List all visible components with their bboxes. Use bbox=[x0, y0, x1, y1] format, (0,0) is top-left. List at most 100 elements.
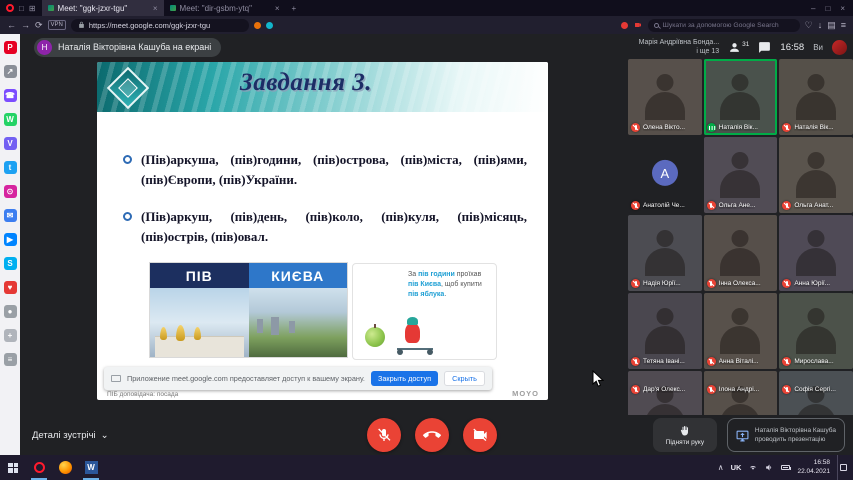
participant-tile[interactable]: Мирослава... bbox=[779, 293, 853, 369]
taskbar-opera-icon[interactable] bbox=[26, 455, 52, 480]
end-call-button[interactable] bbox=[415, 418, 449, 452]
chat-icon[interactable] bbox=[758, 41, 771, 54]
participant-tile[interactable]: Тетяна Івані... bbox=[628, 293, 702, 369]
people-icon bbox=[728, 41, 741, 54]
sidebar-panel-icon[interactable]: ▤ bbox=[827, 20, 836, 31]
whatsapp-icon[interactable]: W bbox=[4, 113, 17, 126]
reload-button[interactable]: ⟳ bbox=[35, 20, 43, 31]
ad-image: За пів години проїхав пів Києва, щоб куп… bbox=[352, 263, 497, 360]
viber-icon[interactable]: V bbox=[4, 137, 17, 150]
meeting-details-label: Деталі зустрічі bbox=[32, 430, 96, 441]
participants-button[interactable]: 31 bbox=[728, 41, 749, 54]
participant-tile[interactable]: Ілона Андрі... bbox=[704, 371, 778, 415]
raise-hand-label: Підняти руку bbox=[666, 439, 704, 446]
more-icon[interactable]: ≡ bbox=[4, 353, 17, 366]
tab-close-icon[interactable]: × bbox=[275, 4, 280, 13]
address-bar[interactable]: https://meet.google.com/ggk-jzxr-tgu bbox=[71, 19, 249, 32]
taskbar-firefox-icon[interactable] bbox=[52, 455, 78, 480]
account-avatar[interactable] bbox=[832, 40, 847, 55]
browser-menu-icon[interactable]: ≡ bbox=[841, 20, 846, 30]
tray-chevron-up-icon[interactable]: ∧ bbox=[718, 463, 724, 472]
skype-icon[interactable]: S bbox=[4, 257, 17, 270]
mic-muted-icon bbox=[631, 201, 640, 210]
opera-menu-icon[interactable] bbox=[6, 4, 14, 12]
browser-tab-inactive[interactable]: Meet: "dir-gsbm-ytq" × bbox=[164, 0, 286, 16]
window-close-button[interactable]: × bbox=[840, 4, 845, 13]
phone-icon[interactable]: ☎ bbox=[4, 89, 17, 102]
participant-tile[interactable]: Дар'я Олекс... bbox=[628, 371, 702, 415]
camera-toggle-button[interactable] bbox=[463, 418, 497, 452]
window-maximize-button[interactable]: □ bbox=[825, 4, 830, 13]
add-icon[interactable]: + bbox=[4, 329, 17, 342]
vpn-badge[interactable]: VPN bbox=[48, 20, 66, 30]
share-icon[interactable]: ↗ bbox=[4, 65, 17, 78]
apple-illustration bbox=[365, 327, 385, 347]
participant-tile[interactable]: Наталія Вік... bbox=[779, 59, 853, 135]
wifi-icon[interactable] bbox=[748, 463, 758, 472]
language-indicator[interactable]: UK bbox=[731, 463, 742, 472]
mic-muted-icon bbox=[782, 385, 791, 394]
battery-icon[interactable] bbox=[781, 465, 790, 470]
participant-tile[interactable]: Анна Юрії... bbox=[779, 215, 853, 291]
school-logo bbox=[105, 65, 151, 111]
google-search-box[interactable]: Шукати за допомогою Google Search bbox=[648, 19, 800, 32]
slide-bullet: (Пів)аркуша, (пів)години, (пів)острова, … bbox=[123, 150, 527, 190]
window-minimize-button[interactable]: – bbox=[811, 4, 815, 13]
participant-tile[interactable]: Наталія Вік... bbox=[704, 59, 778, 135]
action-center-button[interactable] bbox=[837, 455, 849, 480]
messenger-icon[interactable]: ▶ bbox=[4, 233, 17, 246]
forward-button[interactable]: → bbox=[21, 20, 30, 30]
participant-tile[interactable]: Інна Олекса... bbox=[704, 215, 778, 291]
tab-overview-icon[interactable]: □ bbox=[19, 4, 24, 13]
instagram-icon[interactable]: ⊙ bbox=[4, 185, 17, 198]
participant-name: Ілона Андрі... bbox=[719, 386, 760, 393]
participant-tile[interactable]: А Анатолій Че... bbox=[628, 137, 702, 213]
caption-highlight: пів Києва bbox=[408, 281, 441, 288]
raise-hand-button[interactable]: Підняти руку bbox=[653, 418, 717, 452]
bookmarks-heart-icon[interactable]: ♡ bbox=[805, 20, 813, 31]
favorites-heart-icon[interactable]: ♥ bbox=[4, 281, 17, 294]
downloads-icon[interactable]: ↓ bbox=[818, 20, 823, 30]
browser-tab-active[interactable]: Meet: "ggk-jzxr-tgu" × bbox=[42, 0, 164, 16]
workspaces-icon[interactable]: ⊞ bbox=[29, 4, 36, 13]
pinterest-icon[interactable]: P bbox=[4, 41, 17, 54]
caption-part: . bbox=[444, 291, 446, 298]
speaker-icon[interactable] bbox=[765, 463, 774, 472]
tab-title: Meet: "ggk-jzxr-tgu" bbox=[58, 4, 149, 13]
scooter-rider-illustration bbox=[405, 323, 420, 343]
meeting-details-button[interactable]: Деталі зустрічі ⌄ bbox=[32, 430, 109, 441]
participant-tile[interactable]: Ольга Ане... bbox=[704, 137, 778, 213]
presenter-banner-text: Наталія Вікторівна Кашуба на екрані bbox=[58, 42, 211, 52]
mail-icon[interactable]: ✉ bbox=[4, 209, 17, 222]
extension-icon[interactable] bbox=[254, 22, 261, 29]
participant-tile[interactable]: Софія Сергі... bbox=[779, 371, 853, 415]
taskbar-word-icon[interactable]: W bbox=[78, 455, 104, 480]
camera-active-icon[interactable] bbox=[633, 21, 643, 29]
extension-icon[interactable] bbox=[266, 22, 273, 29]
hide-notice-button[interactable]: Скрыть bbox=[444, 371, 485, 386]
stop-sharing-button[interactable]: Закрыть доступ bbox=[371, 371, 438, 386]
caption-highlight: пів години bbox=[418, 271, 455, 278]
system-tray: ∧ UK 16:58 22.04.2021 bbox=[718, 455, 853, 480]
location-icon[interactable]: ● bbox=[4, 305, 17, 318]
tab-close-icon[interactable]: × bbox=[153, 4, 158, 13]
twitter-icon[interactable]: t bbox=[4, 161, 17, 174]
back-button[interactable]: ← bbox=[7, 20, 16, 30]
camera-off-icon bbox=[472, 427, 488, 443]
meet-favicon bbox=[170, 5, 176, 11]
participant-tile[interactable]: Олена Вікто... bbox=[628, 59, 702, 135]
screen-share-indicator-icon[interactable] bbox=[621, 22, 628, 29]
speaking-indicator-icon bbox=[707, 123, 716, 132]
mic-off-icon bbox=[376, 427, 392, 443]
search-placeholder: Шукати за допомогою Google Search bbox=[663, 22, 779, 29]
url-text: https://meet.google.com/ggk-jzxr-tgu bbox=[89, 21, 210, 30]
participants-preview: Марія Андріївна Бонда... і ще 13 bbox=[639, 38, 720, 57]
participant-tile[interactable]: Ольга Анат... bbox=[779, 137, 853, 213]
mic-toggle-button[interactable] bbox=[367, 418, 401, 452]
start-button[interactable] bbox=[0, 455, 26, 480]
new-tab-button[interactable]: + bbox=[286, 4, 303, 13]
participants-preview-names: Марія Андріївна Бонда... bbox=[639, 38, 720, 47]
clock[interactable]: 16:58 22.04.2021 bbox=[797, 459, 830, 477]
participant-tile[interactable]: Надія Юрії... bbox=[628, 215, 702, 291]
participant-tile[interactable]: Анна Віталі... bbox=[704, 293, 778, 369]
